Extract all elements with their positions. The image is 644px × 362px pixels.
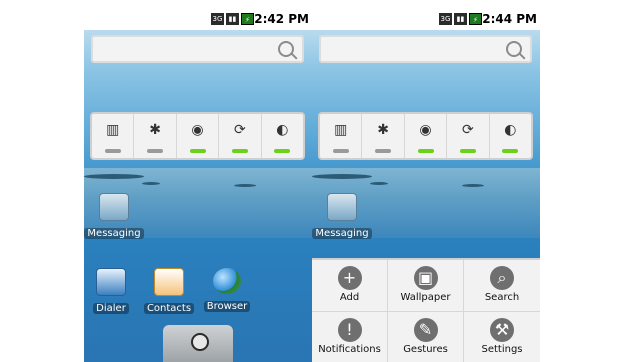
3g-icon: 3G xyxy=(211,13,224,25)
sync-toggle[interactable]: ⟳ xyxy=(447,114,490,158)
contacts-icon xyxy=(154,268,184,296)
wallpaper-island xyxy=(312,174,372,179)
gps-toggle[interactable]: ◉ xyxy=(405,114,448,158)
wifi-toggle-icon: ▥ xyxy=(106,122,120,138)
power-control-widget: ▥ ✱ ◉ ⟳ ◐ xyxy=(318,112,533,160)
battery-icon: ⚡ xyxy=(469,13,482,25)
sync-status-bar xyxy=(231,149,248,153)
app-browser[interactable]: Browser xyxy=(197,268,257,313)
status-bar: 3G ▮▮ ⚡ 2:42 PM xyxy=(84,10,312,30)
dialer-icon xyxy=(96,268,126,296)
add-icon: + xyxy=(337,266,362,290)
options-menu: + Add ▣ Wallpaper ⌕ Search ! Notificatio… xyxy=(312,258,540,362)
menu-item-label: Wallpaper xyxy=(400,292,451,303)
3g-icon: 3G xyxy=(439,13,452,25)
app-label: Contacts xyxy=(143,303,195,314)
search-icon: ⌕ xyxy=(490,266,514,290)
bluetooth-toggle-icon: ✱ xyxy=(377,122,389,138)
menu-item-label: Gestures xyxy=(403,344,448,355)
app-label: Messaging xyxy=(84,228,144,239)
app-messaging[interactable]: Messaging xyxy=(312,193,372,240)
home-screen-right: 3G ▮▮ ⚡ 2:44 PM ▥ ✱ ◉ ⟳ ◐ Messaging + Ad… xyxy=(312,10,540,362)
app-contacts[interactable]: Contacts xyxy=(139,268,199,315)
bluetooth-toggle[interactable]: ✱ xyxy=(134,114,177,158)
gps-toggle[interactable]: ◉ xyxy=(177,114,220,158)
battery-icon: ⚡ xyxy=(241,13,254,25)
brightness-status-bar xyxy=(274,149,291,153)
wallpaper-island xyxy=(462,184,484,187)
menu-item-search[interactable]: ⌕ Search xyxy=(464,260,540,312)
brightness-toggle[interactable]: ◐ xyxy=(490,114,531,158)
menu-item-label: Notifications xyxy=(318,344,381,355)
wifi-toggle-icon: ▥ xyxy=(334,122,348,138)
wifi-status-bar xyxy=(332,149,349,153)
gps-status-bar xyxy=(417,149,434,153)
search-input[interactable] xyxy=(319,35,532,63)
bluetooth-status-bar xyxy=(375,149,392,153)
menu-item-wallpaper[interactable]: ▣ Wallpaper xyxy=(388,260,464,312)
app-label: Browser xyxy=(203,301,251,312)
messaging-icon xyxy=(327,193,357,221)
status-bar: 3G ▮▮ ⚡ 2:44 PM xyxy=(312,10,540,30)
signal-icon: ▮▮ xyxy=(454,13,467,25)
status-icons: 3G ▮▮ ⚡ xyxy=(211,13,254,25)
notifications-icon: ! xyxy=(337,318,362,342)
messaging-icon xyxy=(99,193,129,221)
sync-status-bar xyxy=(459,149,476,153)
wallpaper-island xyxy=(84,174,144,179)
brightness-toggle-icon: ◐ xyxy=(504,122,517,138)
wallpaper-icon: ▣ xyxy=(413,266,438,290)
status-time: 2:42 PM xyxy=(254,12,309,26)
app-messaging[interactable]: Messaging xyxy=(84,193,144,240)
app-label: Dialer xyxy=(93,303,129,314)
gps-toggle-icon: ◉ xyxy=(191,122,204,138)
gestures-icon: ✎ xyxy=(413,318,438,342)
gps-status-bar xyxy=(189,149,206,153)
sync-toggle-icon: ⟳ xyxy=(462,122,474,138)
menu-item-add[interactable]: + Add xyxy=(312,260,388,312)
status-time: 2:44 PM xyxy=(482,12,537,26)
brightness-toggle-icon: ◐ xyxy=(276,122,289,138)
menu-item-label: Add xyxy=(339,292,360,303)
wifi-toggle[interactable]: ▥ xyxy=(92,114,135,158)
wallpaper-island xyxy=(234,184,256,187)
status-icons: 3G ▮▮ ⚡ xyxy=(439,13,482,25)
brightness-toggle[interactable]: ◐ xyxy=(262,114,303,158)
app-drawer-handle[interactable] xyxy=(163,325,233,362)
bluetooth-toggle-icon: ✱ xyxy=(149,122,161,138)
app-label: Messaging xyxy=(312,228,372,239)
search-icon[interactable] xyxy=(278,41,294,57)
bluetooth-toggle[interactable]: ✱ xyxy=(362,114,405,158)
power-control-widget: ▥ ✱ ◉ ⟳ ◐ xyxy=(90,112,305,160)
wifi-toggle[interactable]: ▥ xyxy=(320,114,363,158)
sync-toggle[interactable]: ⟳ xyxy=(219,114,262,158)
bluetooth-status-bar xyxy=(147,149,164,153)
home-screen-left: 3G ▮▮ ⚡ 2:42 PM ▥ ✱ ◉ ⟳ ◐ Messaging Dial… xyxy=(84,10,312,362)
menu-item-notifications[interactable]: ! Notifications xyxy=(312,312,388,362)
search-icon[interactable] xyxy=(506,41,522,57)
search-input[interactable] xyxy=(91,35,304,63)
browser-icon xyxy=(213,268,241,294)
app-drawer-icon xyxy=(191,333,209,351)
wifi-status-bar xyxy=(104,149,121,153)
menu-item-gestures[interactable]: ✎ Gestures xyxy=(388,312,464,362)
gps-toggle-icon: ◉ xyxy=(419,122,432,138)
sync-toggle-icon: ⟳ xyxy=(234,122,246,138)
wallpaper-island xyxy=(370,182,388,185)
menu-item-label: Settings xyxy=(481,344,523,355)
wallpaper-island xyxy=(142,182,160,185)
brightness-status-bar xyxy=(502,149,519,153)
menu-item-label: Search xyxy=(484,292,520,303)
app-dialer[interactable]: Dialer xyxy=(84,268,141,315)
signal-icon: ▮▮ xyxy=(226,13,239,25)
settings-icon: ⚒ xyxy=(490,318,514,342)
menu-item-settings[interactable]: ⚒ Settings xyxy=(464,312,540,362)
